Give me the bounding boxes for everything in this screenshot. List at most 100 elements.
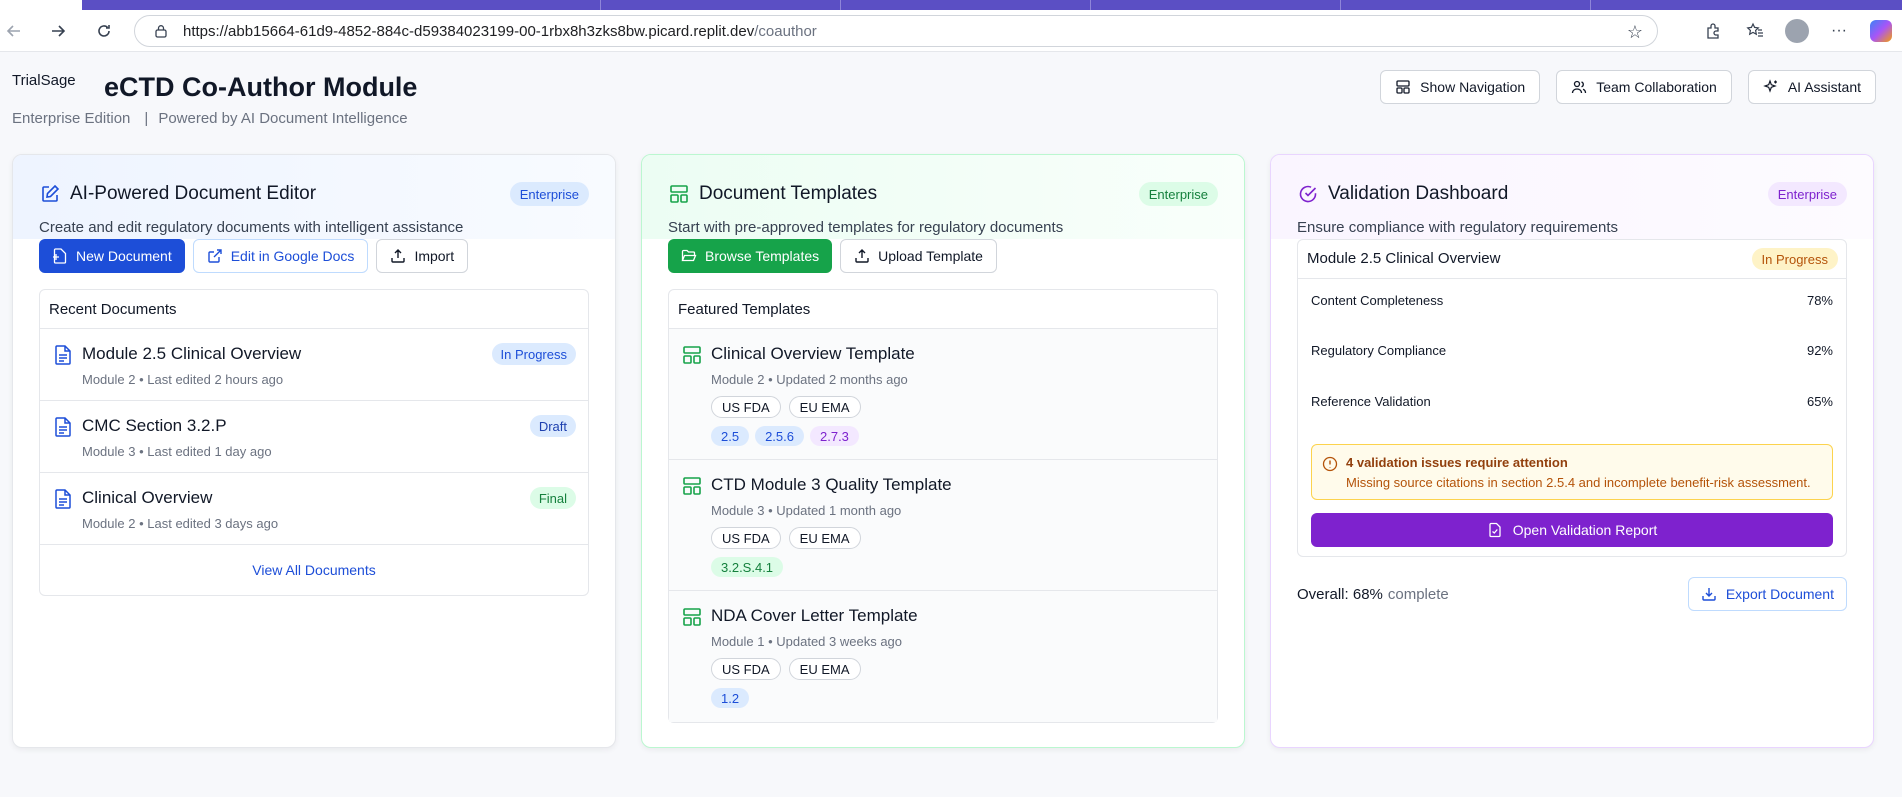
template-row[interactable]: Clinical Overview Template Module 2 • Up… xyxy=(669,329,1217,460)
region-chips: US FDA EU EMA xyxy=(711,658,861,680)
document-row[interactable]: Clinical Overview Module 2 • Last edited… xyxy=(40,473,588,545)
layout-icon xyxy=(1396,80,1410,94)
section-chips: 1.2 xyxy=(711,688,750,708)
metric-value: 65% xyxy=(1806,394,1833,409)
tab-separator xyxy=(1340,0,1341,10)
enterprise-badge: Enterprise xyxy=(509,182,589,206)
import-button[interactable]: Import xyxy=(376,239,469,273)
show-navigation-button[interactable]: Show Navigation xyxy=(1380,70,1541,104)
region-chips: US FDA EU EMA xyxy=(711,527,861,549)
download-icon xyxy=(1702,588,1716,601)
forward-button[interactable] xyxy=(44,17,72,45)
card-subtitle: Ensure compliance with regulatory requir… xyxy=(1297,219,1618,236)
section-chips: 2.5 2.5.6 2.7.3 xyxy=(711,426,859,446)
url-path: /coauthor xyxy=(754,22,817,40)
file-check-icon xyxy=(1489,522,1501,538)
section-chip: 3.2.S.4.1 xyxy=(711,557,784,577)
ai-assistant-button[interactable]: AI Assistant xyxy=(1747,70,1876,104)
document-meta: Module 2 • Last edited 2 hours ago xyxy=(82,372,284,387)
new-document-button[interactable]: New Document xyxy=(39,239,185,273)
template-icon xyxy=(682,476,702,496)
ai-assistant-label: AI Assistant xyxy=(1787,79,1861,95)
site-info-icon[interactable] xyxy=(153,23,169,39)
tab-separator xyxy=(600,0,601,10)
back-button[interactable] xyxy=(0,17,28,45)
status-badge: In Progress xyxy=(491,343,576,365)
card-title-row: Document Templates Enterprise xyxy=(668,181,1218,207)
upload-icon xyxy=(391,249,406,263)
check-circle-icon xyxy=(1297,183,1319,205)
upload-template-button[interactable]: Upload Template xyxy=(840,239,997,273)
document-name: Clinical Overview xyxy=(82,488,213,507)
region-chip: US FDA xyxy=(711,396,781,418)
card-title: AI-Powered Document Editor xyxy=(70,183,317,204)
star-icon[interactable]: ☆ xyxy=(1627,22,1643,43)
template-actions: Browse Templates Upload Template xyxy=(668,239,997,273)
document-meta: Module 2 • Last edited 3 days ago xyxy=(82,516,279,531)
file-text-icon xyxy=(54,417,72,437)
edit-in-google-docs-label: Edit in Google Docs xyxy=(230,248,355,264)
folder-open-icon xyxy=(681,249,697,262)
metric-label: Reference Validation xyxy=(1311,394,1431,409)
file-text-icon xyxy=(54,345,72,365)
template-row[interactable]: NDA Cover Letter Template Module 1 • Upd… xyxy=(669,591,1217,722)
enterprise-badge: Enterprise xyxy=(1767,182,1847,206)
status-badge: Final xyxy=(529,487,576,509)
section-chip: 2.7.3 xyxy=(810,426,859,446)
browse-templates-button[interactable]: Browse Templates xyxy=(668,239,833,273)
file-text-icon xyxy=(54,489,72,509)
document-templates-card: Document Templates Enterprise Start with… xyxy=(641,154,1245,748)
validation-alert: 4 validation issues require attention Mi… xyxy=(1311,444,1833,500)
browse-templates-label: Browse Templates xyxy=(705,248,820,264)
status-badge: Draft xyxy=(529,415,576,437)
profile-icon[interactable] xyxy=(1781,15,1813,47)
tab-separator xyxy=(1590,0,1591,10)
card-subtitle: Create and edit regulatory documents wit… xyxy=(39,219,464,236)
team-collaboration-label: Team Collaboration xyxy=(1596,79,1717,95)
more-icon[interactable]: ··· xyxy=(1823,15,1855,47)
sparkles-icon xyxy=(1763,79,1777,93)
upload-icon xyxy=(855,249,869,263)
export-document-button[interactable]: Export Document xyxy=(1687,577,1847,611)
document-row[interactable]: CMC Section 3.2.P Module 3 • Last edited… xyxy=(40,401,588,473)
header-subtitle: Enterprise Edition | Powered by AI Documen… xyxy=(12,110,408,127)
template-icon xyxy=(668,183,690,205)
alert-description: Missing source citations in section 2.5.… xyxy=(1346,475,1811,490)
refresh-button[interactable] xyxy=(90,17,118,45)
file-plus-icon xyxy=(53,248,67,264)
address-bar[interactable]: https://abb15664-61d9-4852-884c-d5938402… xyxy=(134,15,1658,47)
template-name: NDA Cover Letter Template xyxy=(711,606,918,625)
region-chips: US FDA EU EMA xyxy=(711,396,861,418)
import-label: Import xyxy=(414,248,455,264)
editor-actions: New Document Edit in Google Docs Import xyxy=(39,239,469,273)
browser-tab-strip xyxy=(0,0,1902,10)
region-chip: US FDA xyxy=(711,527,781,549)
alert-circle-icon xyxy=(1322,456,1338,472)
document-row[interactable]: Module 2.5 Clinical Overview Module 2 • … xyxy=(40,329,588,401)
template-row[interactable]: CTD Module 3 Quality Template Module 3 •… xyxy=(669,460,1217,591)
powered-by-label: Powered by AI Document Intelligence xyxy=(158,110,408,127)
recent-documents-heading: Recent Documents xyxy=(40,290,588,329)
document-editor-card: AI-Powered Document Editor Enterprise Cr… xyxy=(12,154,616,748)
edit-in-google-docs-button[interactable]: Edit in Google Docs xyxy=(192,239,369,273)
section-chip: 2.5 xyxy=(711,426,750,446)
team-collaboration-button[interactable]: Team Collaboration xyxy=(1556,70,1732,104)
tab-separator xyxy=(840,0,841,10)
active-tab[interactable] xyxy=(0,0,82,10)
region-chip: US FDA xyxy=(711,658,781,680)
region-chip: EU EMA xyxy=(788,527,861,549)
edit-icon xyxy=(39,183,61,205)
open-validation-report-button[interactable]: Open Validation Report xyxy=(1311,513,1833,547)
upload-template-label: Upload Template xyxy=(878,248,983,264)
section-chip: 1.2 xyxy=(711,688,750,708)
favorites-icon[interactable] xyxy=(1739,15,1771,47)
template-meta: Module 2 • Updated 2 months ago xyxy=(711,372,908,387)
view-all-documents-link[interactable]: View All Documents xyxy=(40,545,588,595)
tab-strip-fill xyxy=(82,0,1902,10)
puzzle-icon[interactable] xyxy=(1697,15,1729,47)
document-name: Module 2.5 Clinical Overview xyxy=(82,344,302,363)
copilot-icon[interactable] xyxy=(1865,15,1897,47)
metric-row: Content Completeness 78% xyxy=(1311,293,1833,313)
header-actions: Show Navigation Team Collaboration AI As… xyxy=(1380,70,1876,104)
validation-panel: Module 2.5 Clinical Overview In Progress… xyxy=(1297,239,1847,557)
